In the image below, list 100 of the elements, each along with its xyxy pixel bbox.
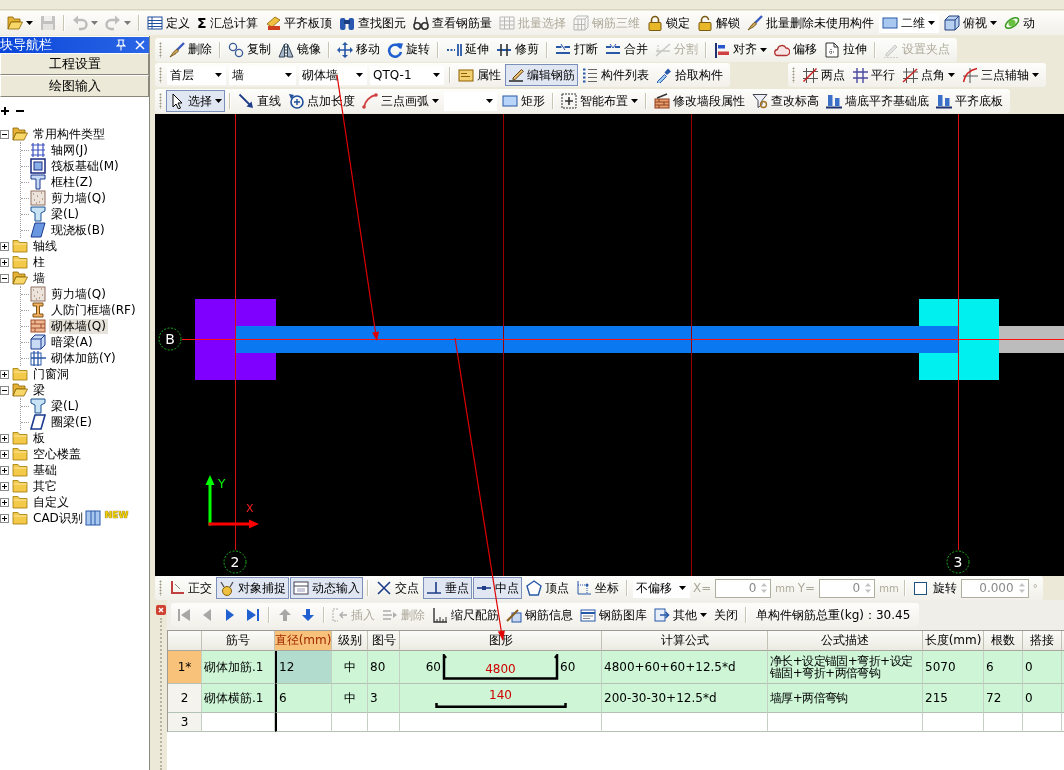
toolbar-button[interactable]: 点角: [899, 64, 958, 86]
toolbar-button[interactable]: 构件列表: [579, 64, 652, 86]
row-header[interactable]: 1*: [168, 651, 202, 684]
toolbar-button[interactable]: 矩形: [499, 90, 548, 112]
row-header[interactable]: 3: [168, 713, 202, 732]
toolbar-button[interactable]: 修改墙段属性: [651, 90, 748, 112]
column-header[interactable]: 级别: [332, 631, 368, 651]
tree-item[interactable]: 圈梁(E): [49, 414, 94, 430]
column-header[interactable]: 直径(mm): [275, 631, 332, 651]
toolbar-button[interactable]: 解锁: [693, 12, 743, 34]
toolbar-button[interactable]: 俯视: [940, 12, 1000, 34]
toolbar-button[interactable]: 查看钢筋量: [409, 12, 495, 34]
toolbar-grip[interactable]: [159, 580, 162, 596]
tree-item[interactable]: 墙: [31, 270, 47, 286]
column-header[interactable]: 长度(mm): [923, 631, 984, 651]
expander-icon[interactable]: [0, 273, 9, 283]
toolbar-button[interactable]: 三点画弧: [359, 90, 442, 112]
tree-item[interactable]: 轴线: [31, 238, 59, 254]
dropdown[interactable]: QTQ-1: [370, 65, 444, 85]
toolbar-button[interactable]: 修剪: [493, 38, 542, 61]
toolbar-button[interactable]: 平齐板顶: [261, 12, 335, 34]
tree-item[interactable]: 常用构件类型: [31, 126, 107, 142]
toolbar-button[interactable]: 移动: [334, 38, 383, 61]
toolbar-button[interactable]: 延伸: [443, 38, 492, 61]
column-header[interactable]: 根数: [984, 631, 1023, 651]
tree-item[interactable]: 轴网(J): [49, 142, 90, 158]
tree-item[interactable]: 基础: [31, 462, 59, 478]
tree-item[interactable]: 柱: [31, 254, 47, 270]
toolbar-grip[interactable]: [159, 67, 162, 83]
column-header[interactable]: 搭接: [1023, 631, 1062, 651]
expander-icon[interactable]: [0, 449, 9, 459]
toolbar-button[interactable]: 旋转: [384, 38, 433, 61]
column-header[interactable]: 筋号: [202, 631, 275, 651]
toolbar-button[interactable]: 拾取构件: [653, 64, 726, 86]
toolbar-button[interactable]: 平行: [849, 64, 898, 86]
toolbar-button[interactable]: 对象捕捉: [216, 577, 289, 599]
toolbar-button[interactable]: 正交: [166, 577, 215, 599]
expander-icon[interactable]: [0, 433, 9, 443]
toolbar-button[interactable]: Σ 汇总计算: [194, 12, 261, 34]
close-icon[interactable]: [156, 605, 166, 615]
expander-icon[interactable]: [0, 129, 9, 139]
tree-item[interactable]: 剪力墙(Q): [49, 190, 108, 206]
toolbar-button[interactable]: 中点: [473, 577, 522, 599]
toolbar-grip[interactable]: [792, 67, 795, 83]
tree-item[interactable]: 自定义: [31, 494, 71, 510]
column-header[interactable]: 图形: [400, 631, 602, 651]
tree-item[interactable]: 板: [31, 430, 47, 446]
toolbar-button[interactable]: 打断: [552, 38, 601, 61]
toolbar-button[interactable]: 删除: [166, 38, 215, 61]
expander-icon[interactable]: [0, 497, 9, 507]
column-header[interactable]: 公式描述: [768, 631, 923, 651]
toolbar-button[interactable]: 复制: [225, 38, 274, 61]
tree-item[interactable]: 其它: [31, 478, 59, 494]
expander-icon[interactable]: [0, 465, 9, 475]
expander-icon[interactable]: [0, 241, 9, 251]
toolbar-button[interactable]: 查改标高: [749, 90, 822, 112]
toolbar-button[interactable]: 选择: [166, 90, 225, 112]
close-icon[interactable]: [135, 40, 145, 50]
dropdown[interactable]: 二维: [878, 13, 939, 33]
toolbar-button[interactable]: 智能布置: [558, 90, 641, 112]
tree-item[interactable]: 暗梁(A): [49, 334, 95, 350]
toolbar-button[interactable]: 定义: [144, 12, 193, 34]
tree-item[interactable]: 筏板基础(M): [49, 158, 121, 174]
toolbar-button[interactable]: 缩尺配筋: [429, 604, 502, 626]
checkbox[interactable]: [913, 581, 927, 595]
toolbar-button[interactable]: 墙底平齐基础底: [823, 90, 932, 112]
toolbar-button[interactable]: 偏移: [771, 38, 820, 61]
expander-icon[interactable]: [0, 257, 9, 267]
toolbar-button[interactable]: 锁定: [643, 12, 693, 34]
expander-icon[interactable]: [0, 481, 9, 491]
toolbar-button[interactable]: 直线: [235, 90, 284, 112]
plus-icon[interactable]: [1, 107, 9, 115]
toolbar-button[interactable]: 钢筋信息: [503, 604, 576, 626]
toolbar-button[interactable]: 批量删除未使用构件: [743, 12, 877, 34]
toolbar-button[interactable]: 编辑钢筋: [505, 64, 578, 86]
tree-item[interactable]: 现浇板(B): [49, 222, 107, 238]
dropdown[interactable]: 砌体墙: [299, 65, 367, 85]
expander-icon[interactable]: [0, 513, 9, 523]
column-header[interactable]: 图号: [368, 631, 400, 651]
dropdown[interactable]: 墙: [229, 65, 296, 85]
tree-item[interactable]: 门窗洞: [31, 366, 71, 382]
row-header[interactable]: 2: [168, 684, 202, 713]
toolbar-button[interactable]: 动: [1000, 12, 1038, 34]
toolbar-grip[interactable]: [159, 41, 162, 58]
tree-item[interactable]: 剪力墙(Q): [49, 286, 108, 302]
toolbar-button[interactable]: 顶点: [523, 577, 572, 599]
toolbar-button[interactable]: 两点: [799, 64, 848, 86]
toolbar-button[interactable]: 拉伸: [821, 38, 870, 61]
pin-icon[interactable]: [116, 39, 126, 51]
toolbar-button[interactable]: 垂点: [423, 577, 472, 599]
expander-icon[interactable]: [0, 369, 9, 379]
tree-item[interactable]: 空心楼盖: [31, 446, 83, 462]
toolbar-button[interactable]: 属性: [455, 64, 504, 86]
toolbar-button[interactable]: 交点: [373, 577, 422, 599]
toolbar-grip[interactable]: [159, 93, 162, 109]
nav-button[interactable]: 绘图输入: [0, 75, 149, 97]
toolbar-button[interactable]: 合并: [602, 38, 651, 61]
toolbar-button[interactable]: 动态输入: [290, 577, 363, 599]
tree-item[interactable]: 梁: [31, 382, 47, 398]
dropdown[interactable]: 首层: [167, 65, 226, 85]
